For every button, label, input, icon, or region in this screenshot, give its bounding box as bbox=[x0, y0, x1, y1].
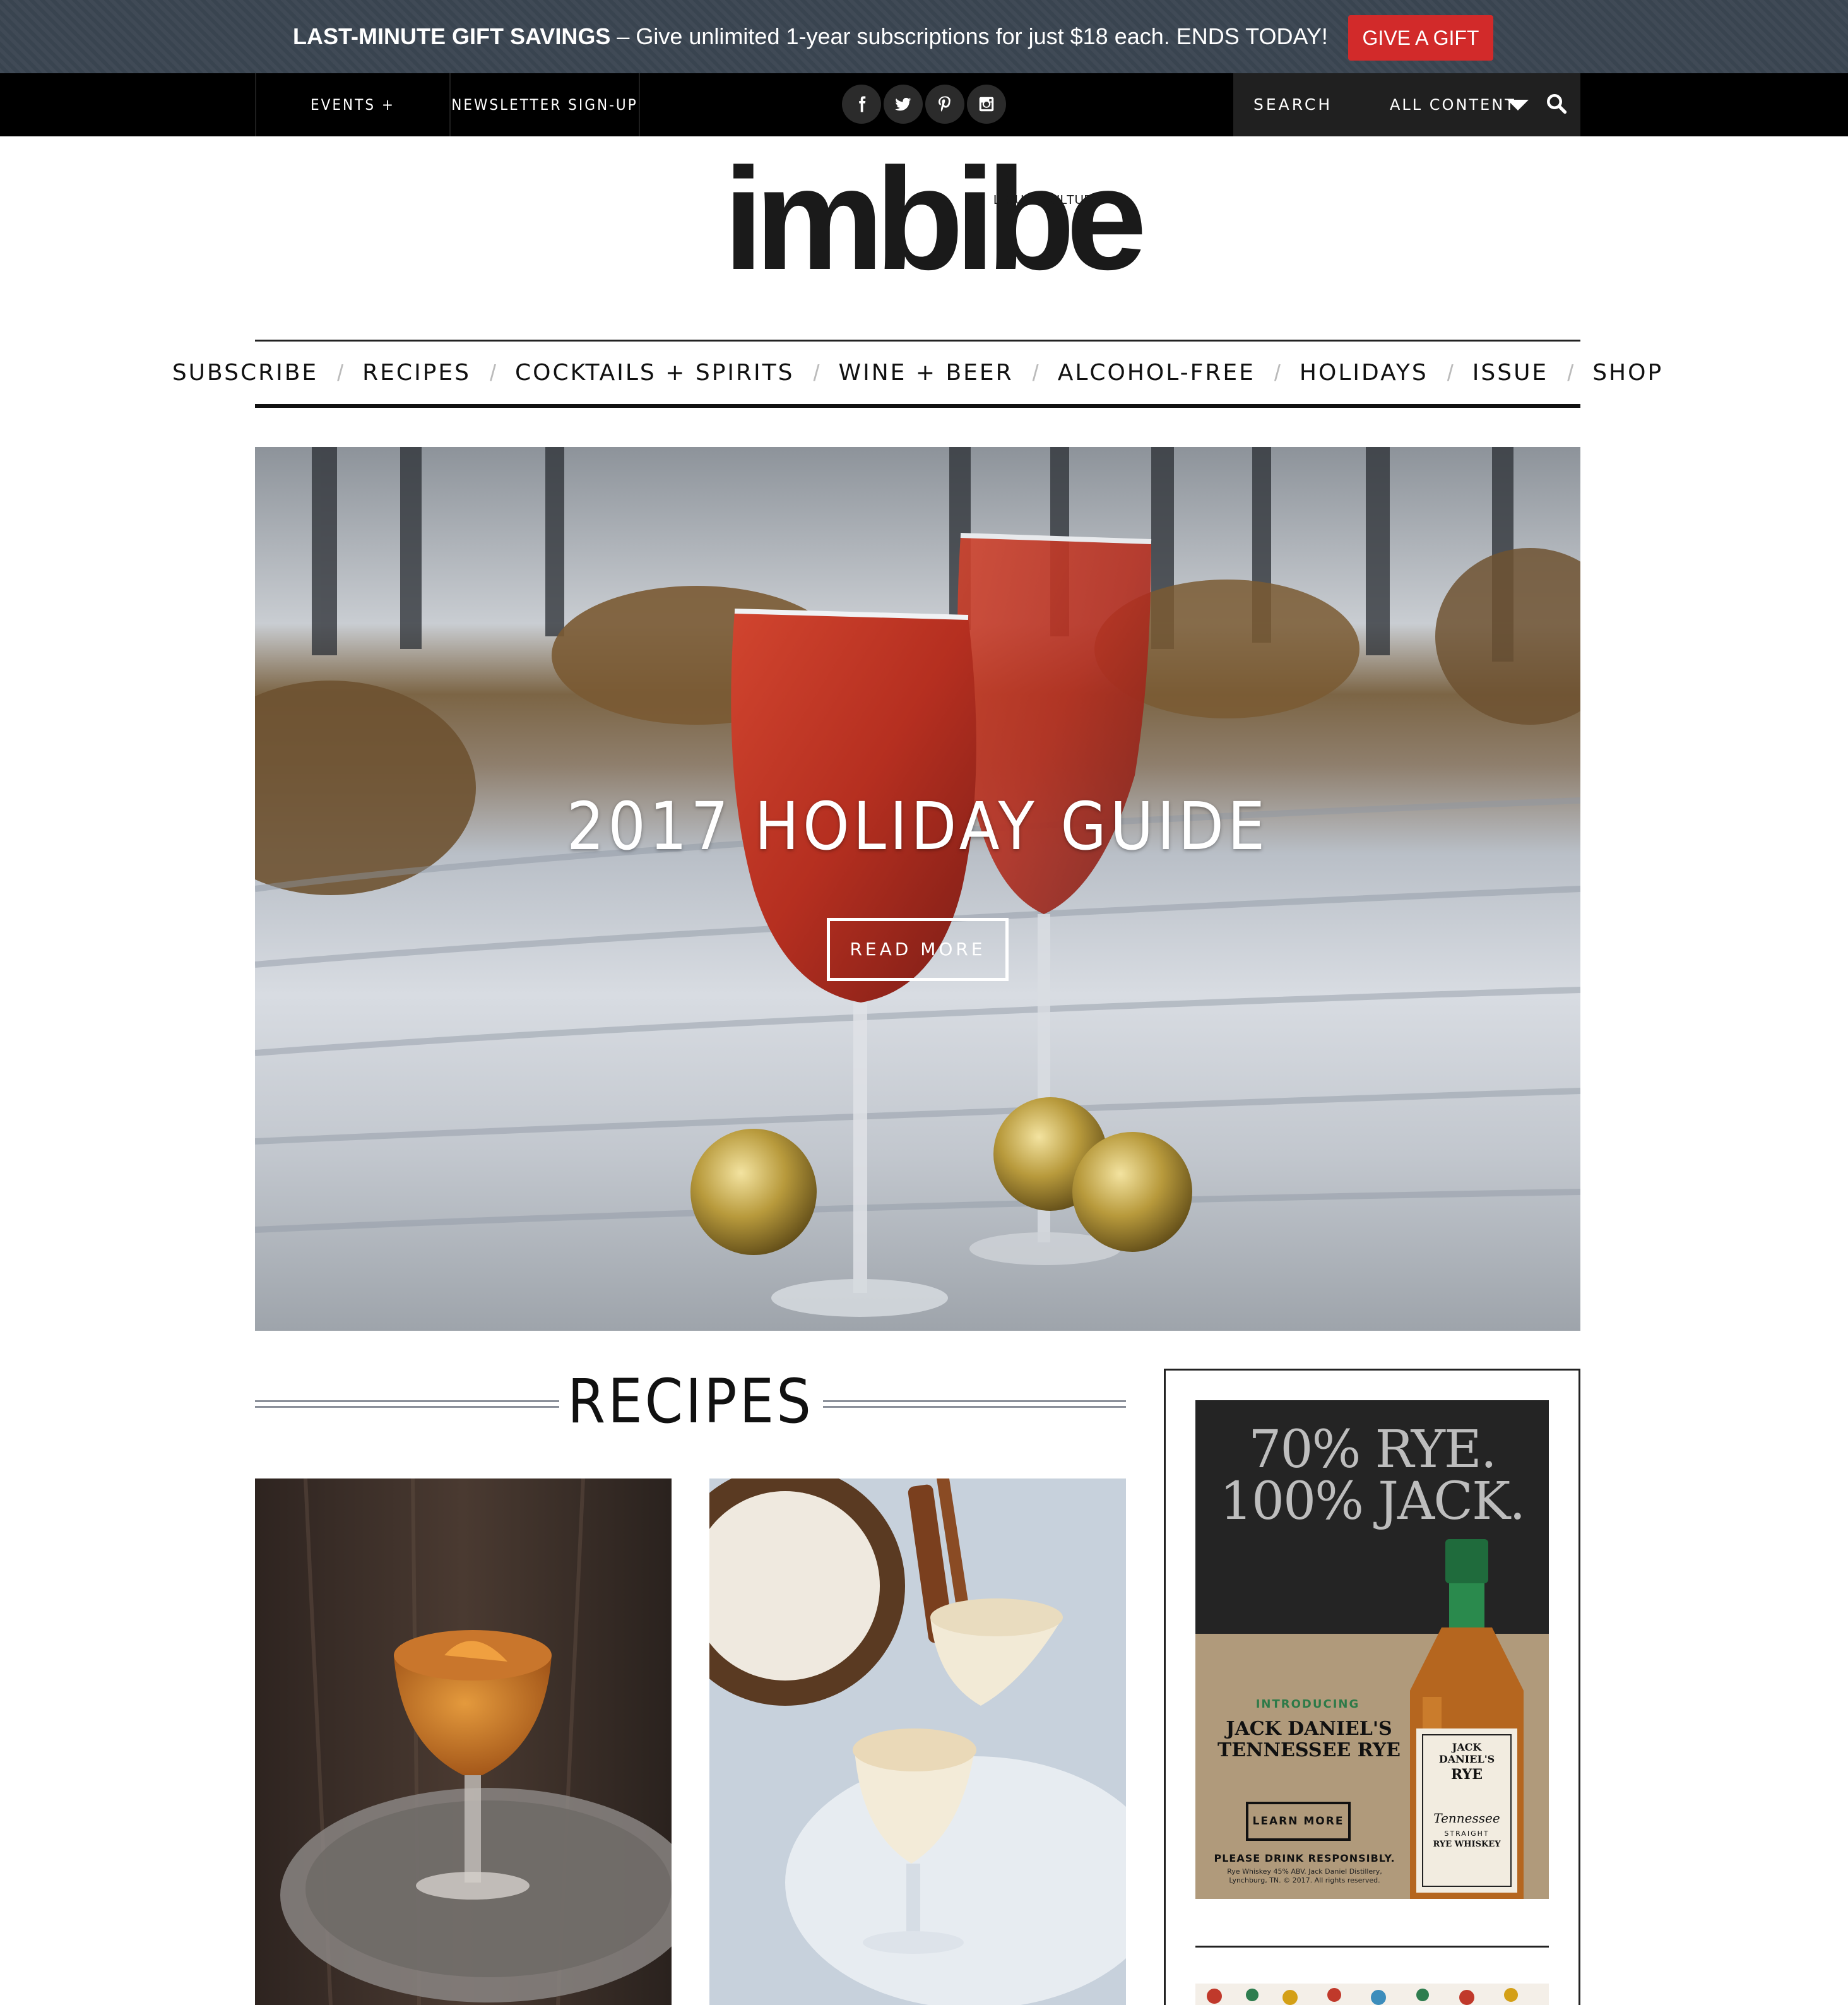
recipe-card-image[interactable] bbox=[255, 1478, 672, 2005]
search-icon[interactable] bbox=[1545, 92, 1568, 115]
ad-fine-print: Rye Whiskey 45% ABV. Jack Daniel Distill… bbox=[1213, 1867, 1396, 1885]
facebook-icon[interactable] bbox=[842, 85, 881, 124]
bottle-type: RYE WHISKEY bbox=[1433, 1840, 1501, 1849]
recipes-heading: RECIPES bbox=[567, 1366, 814, 1437]
ad-fine-print-line-1: Rye Whiskey 45% ABV. Jack Daniel Distill… bbox=[1227, 1867, 1382, 1876]
nav-item-alcohol-free[interactable]: ALCOHOL-FREE bbox=[1058, 360, 1255, 386]
jack-daniels-ad[interactable]: 70% RYE. 100% JACK. JACK DANIEL'S RYE Te… bbox=[1195, 1400, 1549, 1899]
nav-separator: / bbox=[1447, 359, 1454, 386]
ad-headline-line-2: 100% JACK. bbox=[1219, 1472, 1526, 1532]
bottle-script: Tennessee bbox=[1433, 1811, 1500, 1826]
ad-intro-label: INTRODUCING bbox=[1255, 1698, 1360, 1711]
nav-item-recipes[interactable]: RECIPES bbox=[362, 360, 471, 386]
recipe-card-image[interactable] bbox=[709, 1478, 1126, 2005]
promo-headline: LAST-MINUTE GIFT SAVINGS bbox=[293, 23, 611, 49]
twitter-icon[interactable] bbox=[884, 85, 923, 124]
bottle-straight: STRAIGHT bbox=[1444, 1829, 1490, 1838]
promo-message: – Give unlimited 1-year subscriptions fo… bbox=[610, 23, 1328, 49]
nav-separator: / bbox=[1274, 359, 1281, 386]
site-logo[interactable]: imbibe LIQUID CULTURE bbox=[723, 146, 1147, 303]
newsletter-signup-link[interactable]: NEWSLETTER SIGN-UP bbox=[451, 73, 640, 136]
search-input[interactable]: SEARCH bbox=[1253, 73, 1332, 136]
ad-learn-more-button[interactable]: LEARN MORE bbox=[1246, 1802, 1351, 1841]
instagram-icon[interactable] bbox=[967, 85, 1006, 124]
nav-item-subscribe[interactable]: SUBSCRIBE bbox=[172, 360, 318, 386]
bottle-brand: JACK DANIEL'S bbox=[1438, 1741, 1495, 1765]
search-bar: SEARCH ALL CONTENT bbox=[1233, 73, 1580, 136]
logo-tagline: LIQUID CULTURE bbox=[993, 193, 1103, 207]
ad-headline-line-1: 70% RYE. bbox=[1248, 1420, 1497, 1480]
promo-banner: LAST-MINUTE GIFT SAVINGS – Give unlimite… bbox=[0, 0, 1848, 73]
ad-responsibility-text: PLEASE DRINK RESPONSIBLY. bbox=[1214, 1852, 1395, 1864]
sidebar-next-ad-image[interactable] bbox=[1195, 1984, 1549, 2005]
events-promotions-link[interactable]: EVENTS + PROMOTIONS bbox=[255, 73, 451, 177]
nav-separator: / bbox=[337, 359, 344, 386]
sidebar-divider bbox=[1195, 1946, 1549, 1948]
pinterest-icon[interactable] bbox=[925, 85, 964, 124]
read-more-button[interactable]: READ MORE bbox=[827, 918, 1009, 981]
promo-text: LAST-MINUTE GIFT SAVINGS – Give unlimite… bbox=[293, 23, 1328, 51]
nav-separator: / bbox=[490, 359, 497, 386]
nav-item-issue[interactable]: ISSUE bbox=[1472, 360, 1548, 386]
nav-item-wine-beer[interactable]: WINE + BEER bbox=[839, 360, 1014, 386]
nav-separator: / bbox=[813, 359, 820, 386]
give-a-gift-button[interactable]: GIVE A GIFT bbox=[1348, 15, 1493, 61]
ad-product-line-1: JACK DANIEL'S bbox=[1226, 1718, 1392, 1740]
logo-wordmark: imbibe bbox=[723, 138, 1147, 300]
nav-separator: / bbox=[1567, 359, 1574, 386]
nav-item-cocktails-spirits[interactable]: COCKTAILS + SPIRITS bbox=[515, 360, 794, 386]
ad-headline: 70% RYE. 100% JACK. bbox=[1195, 1424, 1549, 1528]
bottle-rye: RYE bbox=[1450, 1766, 1483, 1783]
hero-banner[interactable]: 2017 HOLIDAY GUIDE READ MORE bbox=[255, 447, 1580, 1331]
ad-product-name: JACK DANIEL'S TENNESSEE RYE bbox=[1208, 1718, 1410, 1761]
nav-item-shop[interactable]: SHOP bbox=[1592, 360, 1663, 386]
hero-image bbox=[255, 447, 1580, 1317]
recipes-section-header: RECIPES bbox=[255, 1364, 1126, 1439]
ad-fine-print-line-2: Lynchburg, TN. © 2017. All rights reserv… bbox=[1229, 1876, 1380, 1884]
chevron-down-icon[interactable] bbox=[1507, 100, 1529, 110]
nav-separator: / bbox=[1032, 359, 1039, 386]
main-nav: SUBSCRIBE / RECIPES / COCKTAILS + SPIRIT… bbox=[172, 340, 1661, 408]
ad-product-line-2: TENNESSEE RYE bbox=[1217, 1739, 1401, 1761]
hero-title[interactable]: 2017 HOLIDAY GUIDE bbox=[255, 788, 1580, 865]
nav-item-holidays[interactable]: HOLIDAYS bbox=[1300, 360, 1428, 386]
content-filter-select[interactable]: ALL CONTENT bbox=[1390, 73, 1516, 136]
